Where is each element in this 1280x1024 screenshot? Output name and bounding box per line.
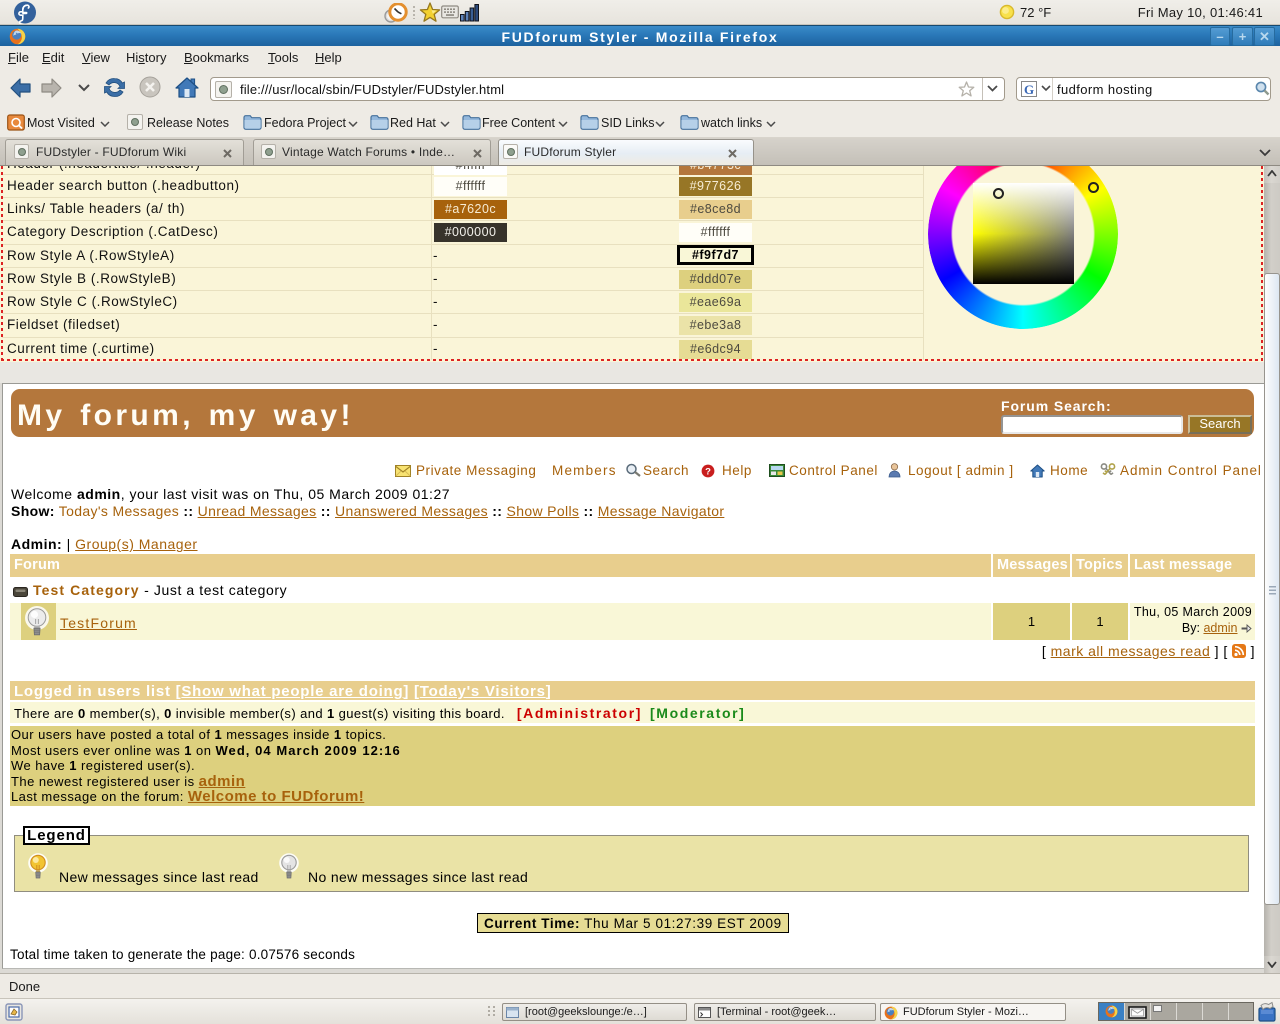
svg-text:?: ?	[705, 466, 711, 477]
